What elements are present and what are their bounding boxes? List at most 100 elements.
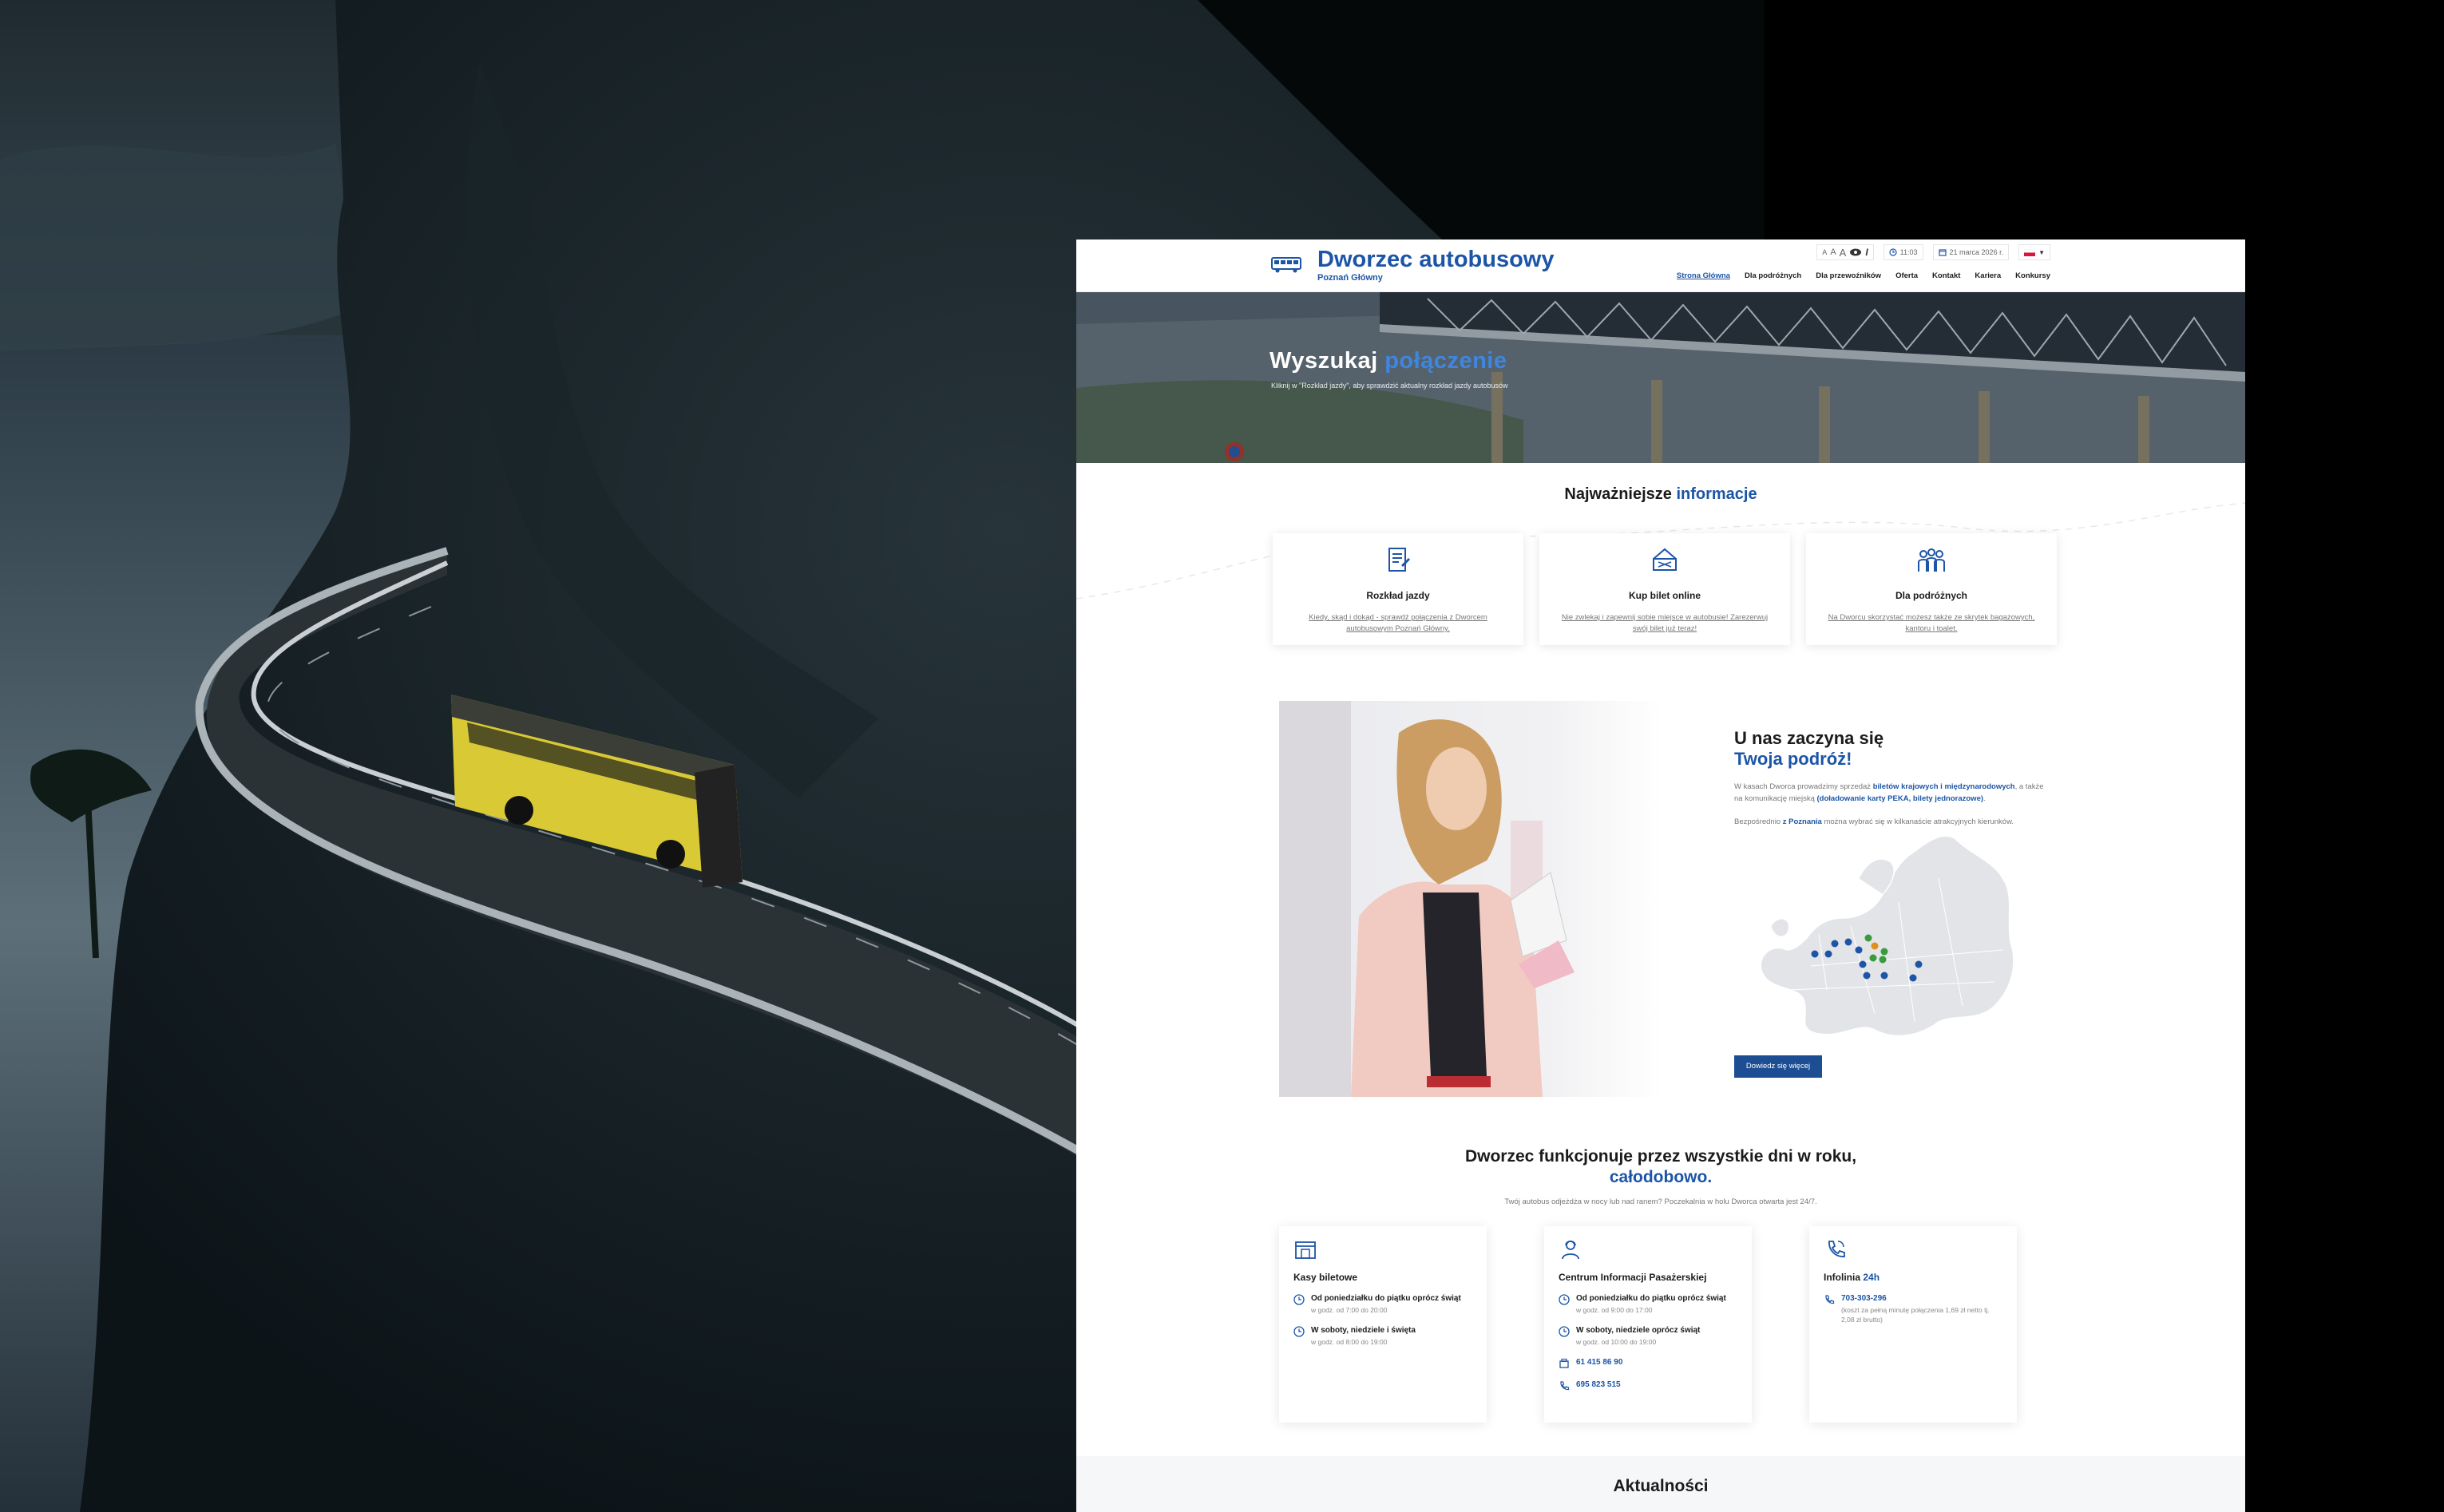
promo-p2-b: z Poznania: [1782, 817, 1822, 826]
opening-hours-cards: Kasy biletowe Od poniedziałku do piątku …: [1279, 1226, 2017, 1423]
card-title: Centrum Informacji Pasażerskiej: [1559, 1272, 1707, 1283]
hours-row: W soboty, niedziele i święta w godz. od 8…: [1293, 1326, 1472, 1347]
info-card-title: Dla podróżnych: [1895, 590, 1967, 601]
traveller-photo: [1279, 701, 1662, 1097]
info-card-travellers[interactable]: Dla podróżnych Na Dworcu skorzystać może…: [1806, 533, 2057, 645]
hours-days: W soboty, niedziele oprócz świąt: [1576, 1326, 1701, 1335]
phone-icon: [1825, 1295, 1835, 1304]
hero-subtitle: Kliknij w "Rozkład jazdy", aby sprawdzić…: [1271, 382, 1508, 390]
nav-item-carriers[interactable]: Dla przewoźników: [1816, 271, 1881, 280]
calendar-icon: [1938, 249, 1947, 256]
promo-title: U nas zaczyna się Twoja podróż!: [1734, 728, 2054, 770]
website-mockup: Dworzec autobusowy Poznań Główny A A A I…: [1076, 239, 2245, 1512]
nav-item-contact[interactable]: Kontakt: [1932, 271, 1960, 280]
site-logo[interactable]: Dworzec autobusowy Poznań Główny: [1271, 247, 1555, 283]
card-title-accent: 24h: [1863, 1272, 1880, 1283]
font-size-small-button[interactable]: A: [1822, 248, 1827, 256]
phone-number[interactable]: 695 823 515: [1576, 1380, 1621, 1391]
chevron-down-icon: ▼: [2038, 248, 2045, 256]
hotline-phone-icon: [1828, 1241, 1845, 1257]
phone-row: 703-303-296 (koszt za pełną minutę połącz…: [1824, 1294, 2002, 1324]
nav-item-travellers[interactable]: Dla podróżnych: [1745, 271, 1801, 280]
hero-title: Wyszukaj połączenie: [1270, 348, 1507, 374]
bus-station-photo: [1076, 292, 2245, 463]
hours-row: W soboty, niedziele oprócz świąt w godz. …: [1559, 1326, 1737, 1347]
promo-title-accent: Twoja podróż!: [1734, 749, 1852, 769]
utility-bar: A A A I 11:03 21 marca 2026 r. ▼: [1816, 244, 2050, 260]
promo-p1-e: .: [1983, 794, 1986, 803]
current-time: 11:03: [1899, 248, 1918, 256]
clock-icon: [1293, 1326, 1305, 1337]
info-card-timetable[interactable]: Rozkład jazdy Kiedy, skąd i dokąd - spra…: [1273, 533, 1523, 645]
logo-subtitle: Poznań Główny: [1317, 273, 1383, 283]
hours-row: Od poniedziałku do piątku oprócz świąt w …: [1559, 1294, 1737, 1315]
logo-title: Dworzec autobusowy: [1317, 247, 1555, 272]
promo-title-main: U nas zaczyna się: [1734, 728, 1884, 748]
travellers-icon: [1918, 548, 1945, 572]
hours-row: Od poniedziałku do piątku oprócz świąt w …: [1293, 1294, 1472, 1315]
info-agent-icon: [1562, 1241, 1579, 1260]
promo-paragraph-2: Bezpośrednio z Poznania można wybrać się…: [1734, 816, 2054, 828]
promo-p1-a: W kasach Dworca prowadzimy sprzedaż: [1734, 782, 1873, 791]
info-cards: Rozkład jazdy Kiedy, skąd i dokąd - spra…: [1273, 533, 2057, 645]
nav-item-offer[interactable]: Oferta: [1895, 271, 1918, 280]
promo-p1-b: biletów krajowych i międzynarodowych: [1872, 782, 2015, 791]
promo-block: U nas zaczyna się Twoja podróż! W kasach …: [1734, 728, 2054, 828]
news-title: Aktualności: [1613, 1477, 1709, 1495]
hotline-number[interactable]: 703-303-296: [1841, 1294, 2002, 1303]
main-nav: Strona Główna Dla podróżnych Dla przewoź…: [1677, 271, 2050, 280]
open-section-title: Dworzec funkcjonuje przez wszystkie dni …: [1076, 1146, 2245, 1188]
fax-number[interactable]: 61 415 86 90: [1576, 1358, 1622, 1369]
contrast-eye-icon[interactable]: [1849, 248, 1862, 256]
promo-p2-c: można wybrać się w kilkanaście atrakcyjn…: [1821, 817, 2014, 826]
open-section-subtitle: Twój autobus odjeżdża w nocy lub nad ran…: [1504, 1197, 1817, 1206]
news-section: Aktualności: [1076, 1456, 2245, 1512]
info-card-text: Nie zwlekaj i zapewnij sobie miejsce w a…: [1561, 613, 1769, 633]
nav-item-contests[interactable]: Konkursy: [2015, 271, 2050, 280]
font-size-large-button[interactable]: A: [1840, 247, 1847, 259]
presentation-canvas: Dworzec autobusowy Poznań Główny A A A I…: [0, 0, 2444, 1512]
clock-icon: [1889, 248, 1897, 256]
hero-title-accent: połączenie: [1384, 348, 1507, 374]
hero-banner: Wyszukaj połączenie Kliknij w "Rozkład j…: [1076, 292, 2245, 463]
ticket-office-card: Kasy biletowe Od poniedziałku do piątku …: [1279, 1226, 1487, 1423]
card-title-main: Infolinia: [1824, 1272, 1864, 1283]
bus-icon: [1271, 257, 1301, 273]
clock-icon: [1559, 1294, 1570, 1305]
ticket-office-icon: [1295, 1241, 1316, 1259]
font-size-medium-button[interactable]: A: [1830, 247, 1836, 257]
hours-days: Od poniedziałku do piątku oprócz świąt: [1576, 1294, 1726, 1303]
learn-more-button[interactable]: Dowiedz się więcej: [1734, 1055, 1822, 1078]
current-date: 21 marca 2026 r.: [1949, 248, 2004, 256]
info-card-text: Kiedy, skąd i dokąd - sprawdź połączenia…: [1309, 613, 1487, 633]
polish-flag-icon: [2024, 248, 2036, 256]
promo-p1-d: (doładowanie karty PEKA, bilety jednoraz…: [1816, 794, 1984, 803]
woman-with-tickets-image: [1279, 701, 1662, 1097]
hours-time: w godz. od 8:00 do 19:00: [1311, 1338, 1388, 1346]
info-card-text: Na Dworcu skorzystać możesz także ze skr…: [1828, 613, 2035, 633]
nav-item-home[interactable]: Strona Główna: [1677, 271, 1730, 280]
timetable-icon: [1388, 548, 1410, 572]
info-card-title: Rozkład jazdy: [1366, 590, 1430, 601]
promo-p2-a: Bezpośrednio: [1734, 817, 1783, 826]
font-size-switcher: A A A I: [1816, 244, 1874, 260]
card-title: Kasy biletowe: [1293, 1272, 1358, 1283]
site-header: Dworzec autobusowy Poznań Główny A A A I…: [1076, 239, 2245, 292]
promo-paragraph-1: W kasach Dworca prowadzimy sprzedaż bile…: [1734, 781, 2054, 805]
nav-item-career[interactable]: Kariera: [1975, 271, 2001, 280]
card-title: Infolinia 24h: [1824, 1272, 2002, 1283]
language-select[interactable]: ▼: [2018, 244, 2050, 260]
hero-title-main: Wyszukaj: [1270, 348, 1385, 374]
hours-time: w godz. od 7:00 do 20:00: [1311, 1306, 1388, 1314]
hours-days: Od poniedziałku do piątku oprócz świąt: [1311, 1294, 1461, 1303]
phone-row: 695 823 515: [1559, 1380, 1737, 1391]
clock-icon: [1293, 1294, 1305, 1305]
hotline-card: Infolinia 24h 703-303-296 (koszt za pełną…: [1809, 1226, 2017, 1423]
clock-icon: [1559, 1326, 1570, 1337]
italic-toggle-icon[interactable]: I: [1865, 247, 1868, 258]
hours-days: W soboty, niedziele i święta: [1311, 1326, 1416, 1335]
info-card-buy-ticket[interactable]: Kup bilet online Nie zwlekaj i zapewnij …: [1539, 533, 1790, 645]
phone-icon: [1560, 1381, 1570, 1391]
passenger-info-card: Centrum Informacji Pasażerskiej Od ponie…: [1544, 1226, 1752, 1423]
europe-destinations-map: [1760, 835, 2014, 1037]
